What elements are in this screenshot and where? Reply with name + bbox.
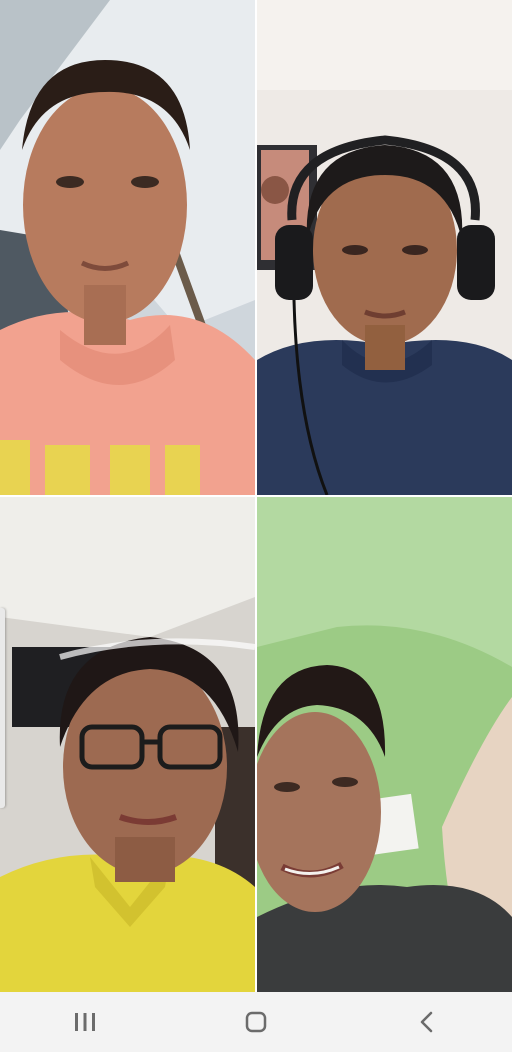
participant-video-tile-4[interactable] <box>257 497 512 992</box>
participant-video-4 <box>257 497 512 992</box>
participant-video-tile-2[interactable] <box>257 0 512 495</box>
video-call-screen <box>0 0 512 1052</box>
participant-grid <box>0 0 512 992</box>
participant-video-2 <box>257 0 512 495</box>
system-navigation-bar <box>0 992 512 1052</box>
recents-icon <box>75 1013 96 1031</box>
side-panel-handle[interactable] <box>0 608 5 808</box>
participant-video-1 <box>0 0 255 495</box>
participant-video-tile-3[interactable] <box>0 497 255 992</box>
participant-video-tile-1[interactable] <box>0 0 255 495</box>
home-icon <box>245 1011 267 1033</box>
back-button[interactable] <box>387 992 467 1052</box>
back-icon <box>420 1011 432 1033</box>
recents-button[interactable] <box>45 992 125 1052</box>
participant-video-3 <box>0 497 255 992</box>
home-button[interactable] <box>216 992 296 1052</box>
